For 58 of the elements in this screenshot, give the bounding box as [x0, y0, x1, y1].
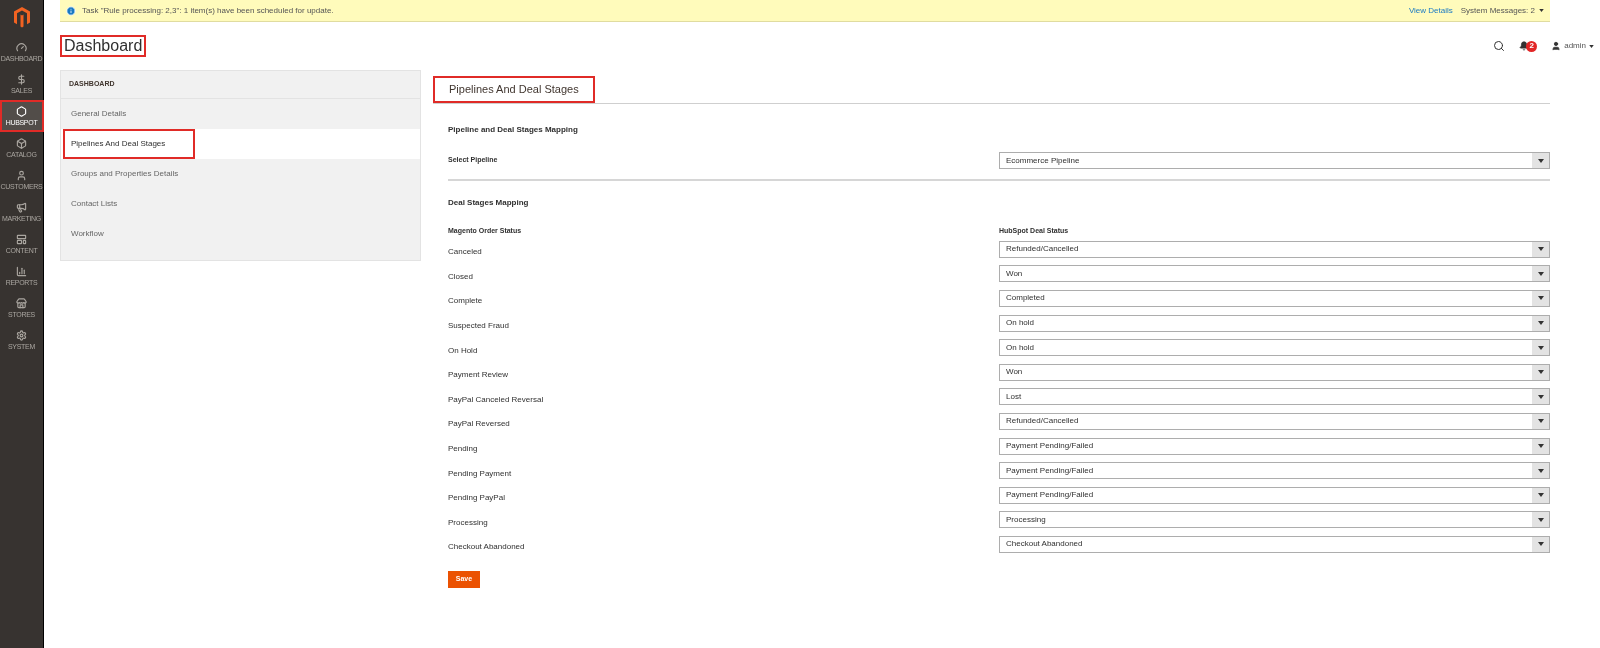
order-status-label: Pending — [448, 443, 478, 456]
order-status-label: Canceled — [448, 246, 482, 259]
order-status-label: On Hold — [448, 344, 478, 357]
order-status-label: Checkout Abandoned — [448, 541, 525, 554]
tab-item[interactable]: Workflow — [61, 219, 420, 249]
caret-icon — [1539, 9, 1544, 12]
notifications-button[interactable]: 2 — [1519, 40, 1538, 52]
select-field[interactable]: Won — [999, 363, 1550, 381]
tab-item[interactable]: Groups and Properties Details — [61, 159, 420, 189]
select-field[interactable]: Ecommerce Pipeline — [999, 152, 1550, 169]
select-field[interactable]: On hold — [999, 339, 1550, 357]
page-title: Dashboard — [60, 35, 147, 57]
select-field[interactable]: Payment Pending/Failed — [999, 437, 1550, 455]
order-status-label: PayPal Canceled Reversal — [448, 393, 544, 406]
select-field[interactable]: Processing — [999, 511, 1550, 529]
tab-item[interactable]: Contact Lists — [61, 189, 420, 219]
bar-chart-icon — [16, 266, 27, 277]
info-icon — [66, 5, 76, 16]
select-field[interactable]: Refunded/Cancelled — [999, 240, 1550, 258]
select-field[interactable]: Checkout Abandoned — [999, 535, 1550, 553]
system-messages-link[interactable]: System Messages: 2 — [1460, 4, 1544, 17]
search-icon[interactable] — [1493, 40, 1506, 52]
box-icon — [16, 138, 27, 149]
settings-icon — [16, 330, 27, 341]
order-status-label: Closed — [448, 270, 473, 283]
view-details-link[interactable]: View Details — [1408, 4, 1453, 17]
gauge-icon — [16, 42, 27, 53]
notification-count: 2 — [1526, 40, 1538, 52]
dollar-icon — [16, 74, 27, 85]
user-menu[interactable]: admin — [1551, 40, 1594, 52]
select-field[interactable]: Completed — [999, 290, 1550, 307]
section-title: Pipelines And Deal Stages — [433, 76, 595, 103]
tab-item[interactable]: Pipelines And Deal Stages — [61, 129, 420, 159]
tab-item[interactable]: General Details — [61, 99, 420, 129]
order-status-label: Pending PayPal — [448, 492, 505, 505]
subsection-heading: Pipeline and Deal Stages Mapping — [448, 124, 579, 136]
order-status-label: Payment Review — [448, 369, 509, 382]
select-field[interactable]: Refunded/Cancelled — [999, 412, 1550, 430]
hexagon-icon — [16, 106, 27, 117]
select-field[interactable]: Payment Pending/Failed — [999, 486, 1550, 504]
select-field[interactable]: Payment Pending/Failed — [999, 462, 1550, 480]
subsection-heading: Deal Stages Mapping — [448, 197, 530, 209]
order-status-label: Suspected Fraud — [448, 320, 509, 333]
order-status-label: PayPal Reversed — [448, 418, 510, 431]
megaphone-icon — [16, 202, 27, 213]
logo-icon — [12, 6, 31, 28]
user-icon — [1551, 41, 1562, 51]
layout-icon — [16, 234, 27, 245]
select-field[interactable]: Lost — [999, 388, 1550, 406]
order-status-label: Complete — [448, 295, 483, 308]
person-icon — [16, 170, 27, 181]
order-status-label: Pending Payment — [448, 467, 512, 480]
store-icon — [16, 298, 27, 309]
caret-icon — [1589, 44, 1594, 48]
select-field[interactable]: Won — [999, 265, 1550, 283]
select-field[interactable]: On hold — [999, 314, 1550, 332]
order-status-label: Processing — [448, 516, 488, 529]
notice-text: Task "Rule processing: 2,3": 1 item(s) have been scheduled for update. — [82, 4, 335, 17]
